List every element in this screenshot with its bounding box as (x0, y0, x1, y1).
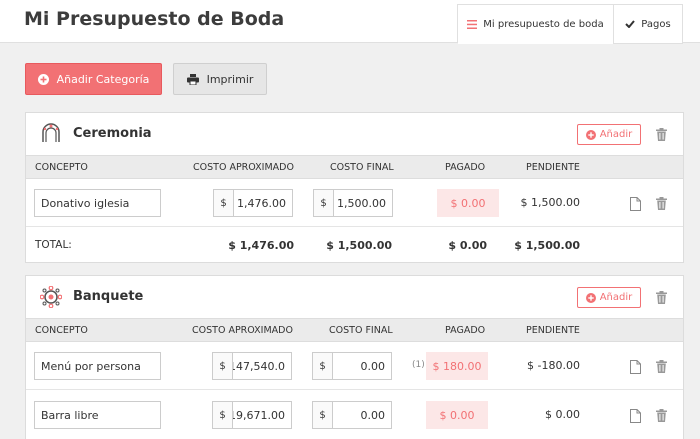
column-header-costo-aproximado: COSTO APROXIMADO (192, 325, 293, 336)
currency-addon: $ (313, 402, 333, 428)
column-header-pagado: PAGADO (445, 162, 486, 173)
pending-amount: $ 1,500.00 (520, 196, 580, 209)
currency-addon: $ (214, 190, 234, 216)
currency-addon: $ (314, 190, 334, 216)
concept-input[interactable]: Barra libre (34, 401, 161, 429)
approx-cost-value: 19,671.00 (233, 408, 285, 422)
delete-item-icon[interactable] (656, 197, 667, 210)
final-cost-value: 0.00 (360, 359, 386, 373)
currency-addon: $ (313, 353, 333, 379)
category-title: Banquete (73, 289, 144, 304)
document-icon[interactable] (630, 360, 641, 374)
category-header: Ceremonia Añadir (26, 113, 683, 155)
document-icon[interactable] (630, 197, 641, 211)
paid-amount-button[interactable]: $ 0.00 (437, 189, 499, 217)
column-header-costo-aproximado: COSTO APROXIMADO (193, 162, 294, 173)
category-title: Ceremonia (73, 126, 152, 141)
delete-category-icon[interactable] (656, 128, 667, 141)
plus-circle-icon (585, 292, 596, 303)
table-row: Menú por persona $ 147,540.0 $ 0.00 (1) … (26, 342, 683, 390)
page-title: Mi Presupuesto de Boda (24, 8, 285, 30)
total-label: TOTAL: (35, 239, 72, 251)
list-icon (467, 19, 478, 29)
tab-label: Mi presupuesto de boda (483, 18, 604, 30)
table-row: Barra libre $ 19,671.00 $ 0.00 $ 0.00 $ … (26, 391, 683, 439)
currency-addon: $ (213, 353, 233, 379)
final-cost-input[interactable]: $ 0.00 (312, 352, 392, 380)
total-row: TOTAL: $ 1,476.00 $ 1,500.00 $ 0.00 $ 1,… (26, 227, 683, 263)
column-header-pendiente: PENDIENTE (526, 325, 580, 336)
final-cost-input[interactable]: $ 1,500.00 (313, 189, 393, 217)
pending-amount: $ -180.00 (527, 359, 580, 372)
table-header: CONCEPTO COSTO APROXIMADO COSTO FINAL PA… (26, 318, 683, 342)
column-header-pagado: PAGADO (445, 325, 486, 336)
app-header: Mi Presupuesto de Boda Mi presupuesto de… (0, 0, 700, 44)
column-header-concepto: CONCEPTO (35, 162, 88, 173)
approx-cost-input[interactable]: $ 1,476.00 (213, 189, 293, 217)
add-category-button[interactable]: Añadir Categoría (25, 63, 162, 95)
add-item-label: Añadir (599, 292, 633, 303)
tab-label: Pagos (641, 18, 671, 30)
printer-icon (186, 73, 199, 85)
total-pending: $ 1,500.00 (514, 239, 580, 252)
check-icon (625, 20, 636, 28)
add-item-button[interactable]: Añadir (577, 124, 641, 145)
tab-mi-presupuesto[interactable]: Mi presupuesto de boda (457, 4, 614, 44)
total-approx: $ 1,476.00 (228, 239, 294, 252)
delete-item-icon[interactable] (656, 409, 667, 422)
payment-count: (1) (412, 360, 425, 370)
plus-circle-icon (37, 73, 49, 85)
currency-addon: $ (213, 402, 233, 428)
plus-circle-icon (585, 129, 596, 140)
print-label: Imprimir (206, 72, 254, 86)
approx-cost-value: 1,476.00 (237, 196, 286, 210)
final-cost-value: 1,500.00 (337, 196, 386, 210)
approx-cost-input[interactable]: $ 147,540.0 (212, 352, 292, 380)
column-header-pendiente: PENDIENTE (526, 162, 580, 173)
tab-pagos[interactable]: Pagos (613, 4, 683, 44)
final-cost-input[interactable]: $ 0.00 (312, 401, 392, 429)
add-category-label: Añadir Categoría (56, 72, 150, 86)
concept-input[interactable]: Donativo iglesia (34, 189, 161, 217)
table-header: CONCEPTO COSTO APROXIMADO COSTO FINAL PA… (26, 155, 683, 179)
column-header-concepto: CONCEPTO (35, 325, 88, 336)
document-icon[interactable] (630, 409, 641, 423)
category-card-banquete: Banquete Añadir CONCEPTO COSTO APROXIMAD… (25, 275, 684, 439)
approx-cost-input[interactable]: $ 19,671.00 (212, 401, 292, 429)
final-cost-value: 0.00 (360, 408, 386, 422)
category-header: Banquete Añadir (26, 276, 683, 318)
delete-category-icon[interactable] (656, 291, 667, 304)
table-setting-icon (39, 285, 63, 311)
add-item-label: Añadir (599, 129, 633, 140)
total-paid: $ 0.00 (448, 239, 487, 252)
paid-amount-button[interactable]: $ 0.00 (426, 401, 488, 429)
category-card-ceremonia: Ceremonia Añadir CONCEPTO COSTO APROXIMA… (25, 112, 684, 263)
column-header-costo-final: COSTO FINAL (330, 162, 394, 173)
print-button[interactable]: Imprimir (173, 63, 267, 95)
delete-item-icon[interactable] (656, 360, 667, 373)
total-final: $ 1,500.00 (326, 239, 392, 252)
pending-amount: $ 0.00 (545, 408, 580, 421)
add-item-button[interactable]: Añadir (577, 287, 641, 308)
arch-icon (40, 123, 62, 146)
column-header-costo-final: COSTO FINAL (329, 325, 393, 336)
table-row: Donativo iglesia $ 1,476.00 $ 1,500.00 $… (26, 179, 683, 227)
approx-cost-value: 147,540.0 (233, 359, 285, 373)
concept-input[interactable]: Menú por persona (34, 352, 161, 380)
paid-amount-button[interactable]: $ 180.00 (426, 352, 488, 380)
